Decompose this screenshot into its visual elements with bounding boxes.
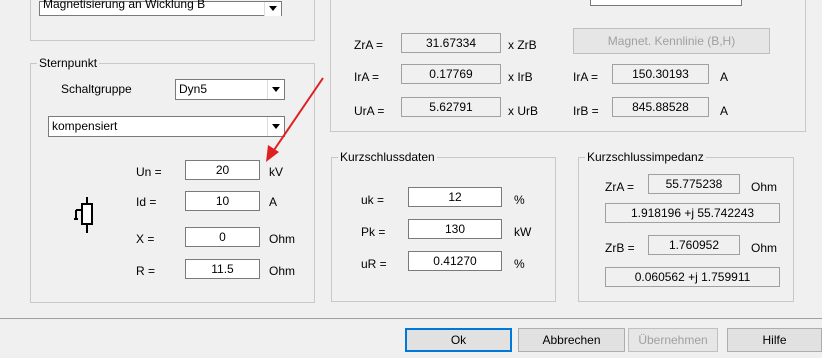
irb-label: IrB = (573, 104, 599, 118)
apply-button[interactable]: Übernehmen (628, 328, 718, 352)
ur-unit: % (514, 257, 525, 271)
schaltgruppe-label: Schaltgruppe (61, 82, 132, 96)
zrb-imp-label: ZrB = (605, 241, 635, 255)
kurzschlussimpedanz-title: Kurzschlussimpedanz (585, 150, 706, 164)
uk-label: uk = (361, 193, 385, 207)
zra-imp-field: 55.775238 (648, 174, 740, 194)
uk-input[interactable]: 12 (408, 187, 502, 207)
red-arrow-annotation (266, 77, 324, 162)
schaltgruppe-value: Dyn5 (179, 82, 208, 96)
ura-ratio-label: UrA = (354, 104, 385, 118)
sternpunkt-mode-combo[interactable]: kompensiert (48, 116, 285, 137)
sternpunkt-mode-value: kompensiert (52, 119, 118, 133)
pk-input[interactable]: 130 (408, 219, 502, 239)
un-unit: kV (269, 165, 284, 179)
x-unit: Ohm (269, 232, 296, 246)
magnetisierung-group: Magnetisierung an Wicklung B (30, 0, 315, 41)
zra-ratio-field: 31.67334 (401, 33, 501, 53)
top-partial-field (590, 0, 742, 6)
zra-unit: x ZrB (508, 38, 537, 52)
magnetisierung-combo-value: Magnetisierung an Wicklung B (43, 0, 206, 11)
ira-field: 150.30193 (612, 64, 709, 84)
ur-label: uR = (361, 257, 387, 271)
irb-unit: A (720, 104, 729, 118)
zra-imp-unit: Ohm (751, 180, 778, 194)
bottom-separator (0, 318, 822, 319)
id-label: Id = (136, 195, 157, 209)
ira-ratio-unit: x IrB (508, 70, 533, 84)
ira-ratio-label: IrA = (354, 70, 380, 84)
pk-label: Pk = (361, 225, 386, 239)
irb-field: 845.88528 (612, 97, 709, 117)
cancel-button[interactable]: Abbrechen (518, 328, 625, 352)
x-label: X = (136, 232, 155, 246)
sternpunkt-title: Sternpunkt (37, 56, 100, 70)
zra-imp-label: ZrA = (605, 180, 635, 194)
x-input[interactable]: 0 (185, 227, 260, 247)
magnetisierung-combo[interactable]: Magnetisierung an Wicklung B (39, 0, 282, 16)
un-label: Un = (136, 165, 162, 179)
id-input[interactable]: 10 (185, 191, 260, 211)
r-label: R = (136, 264, 156, 278)
ok-button[interactable]: Ok (405, 328, 512, 352)
zra-label: ZrA = (354, 38, 384, 52)
r-unit: Ohm (269, 264, 296, 278)
id-unit: A (269, 195, 278, 209)
magnet-kennlinie-button[interactable]: Magnet. Kennlinie (B,H) (573, 28, 770, 54)
ur-input[interactable]: 0.41270 (408, 251, 502, 271)
un-input[interactable]: 20 (185, 160, 260, 180)
zra-complex-field: 1.918196 +j 55.742243 (605, 203, 780, 223)
r-input[interactable]: 11.5 (185, 259, 260, 279)
ura-ratio-field: 5.62791 (401, 97, 501, 117)
chevron-down-icon[interactable] (264, 2, 281, 16)
help-button[interactable]: Hilfe (727, 328, 822, 352)
ira-ratio-field: 0.17769 (401, 64, 501, 84)
zrb-imp-unit: Ohm (751, 241, 778, 255)
ura-ratio-unit: x UrB (508, 104, 538, 118)
ira-unit: A (720, 70, 729, 84)
uk-unit: % (514, 193, 525, 207)
pk-unit: kW (514, 225, 532, 239)
ira-label: IrA = (573, 70, 599, 84)
zrb-imp-field: 1.760952 (648, 235, 740, 255)
transformer-grounding-icon (74, 197, 93, 233)
zrb-complex-field: 0.060562 +j 1.759911 (605, 267, 780, 287)
kurzschlussdaten-title: Kurzschlussdaten (338, 150, 437, 164)
